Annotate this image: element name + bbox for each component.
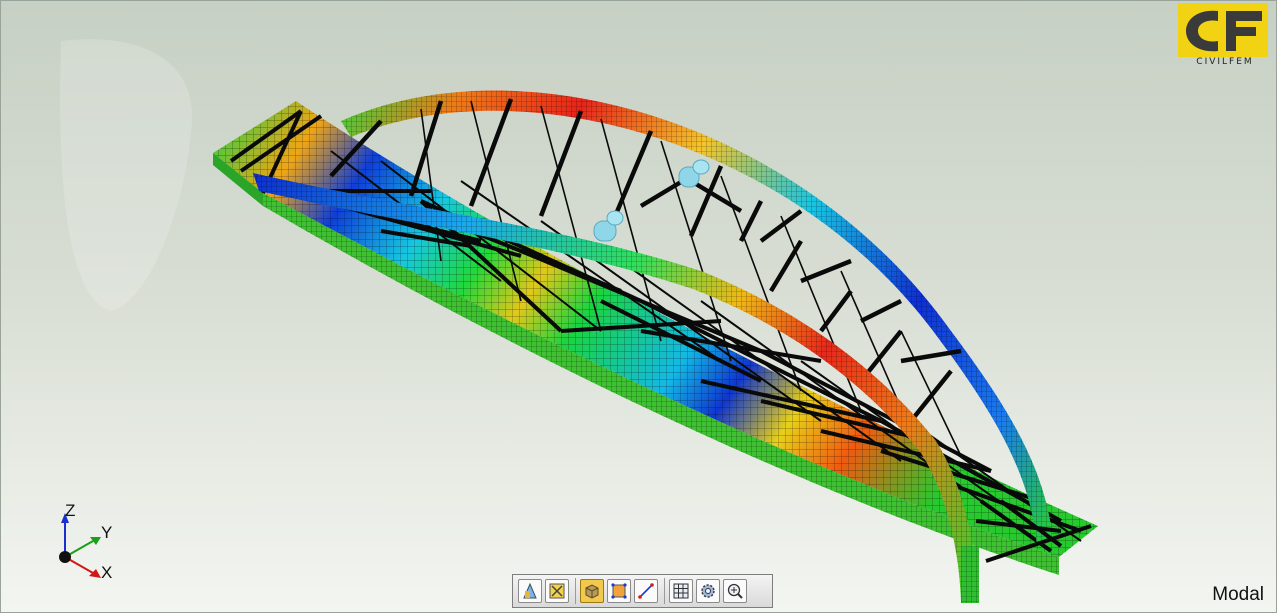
logo-mark [1178, 3, 1268, 57]
mesh-grid-icon [673, 583, 689, 599]
axis-z-label: Z [65, 501, 76, 520]
view-toolbar [512, 574, 773, 608]
analysis-mode-label: Modal [1212, 584, 1264, 605]
axis-y-label: Y [101, 523, 113, 542]
logo-brand-text: CIVILFEM [1196, 57, 1254, 67]
zoom-fit-icon [727, 583, 743, 599]
toolbar-separator [575, 578, 576, 604]
toolbar-separator [664, 578, 665, 604]
axis-triad: Z Y X [41, 497, 131, 587]
zoom-fit-button[interactable] [723, 579, 747, 603]
settings-button[interactable] [696, 579, 720, 603]
bridge-fe-model[interactable] [1, 1, 1276, 612]
material-view-button[interactable] [518, 579, 542, 603]
section-cut-button[interactable] [545, 579, 569, 603]
axis-x-label: X [101, 563, 113, 582]
civilfem-logo: CIVILFEM [1178, 3, 1270, 69]
mesh-grid-button[interactable] [669, 579, 693, 603]
settings-gear-icon [701, 584, 715, 598]
solid-view-button[interactable] [580, 579, 604, 603]
material-view-icon [523, 582, 537, 599]
select-nodes-button[interactable] [607, 579, 631, 603]
graphics-viewport[interactable]: CIVILFEM Z Y X Modal [0, 0, 1277, 613]
measure-line-button[interactable] [634, 579, 658, 603]
measure-line-icon [638, 583, 654, 599]
select-nodes-icon [611, 583, 627, 599]
solid-view-icon [585, 584, 599, 599]
section-cut-icon [549, 583, 565, 599]
